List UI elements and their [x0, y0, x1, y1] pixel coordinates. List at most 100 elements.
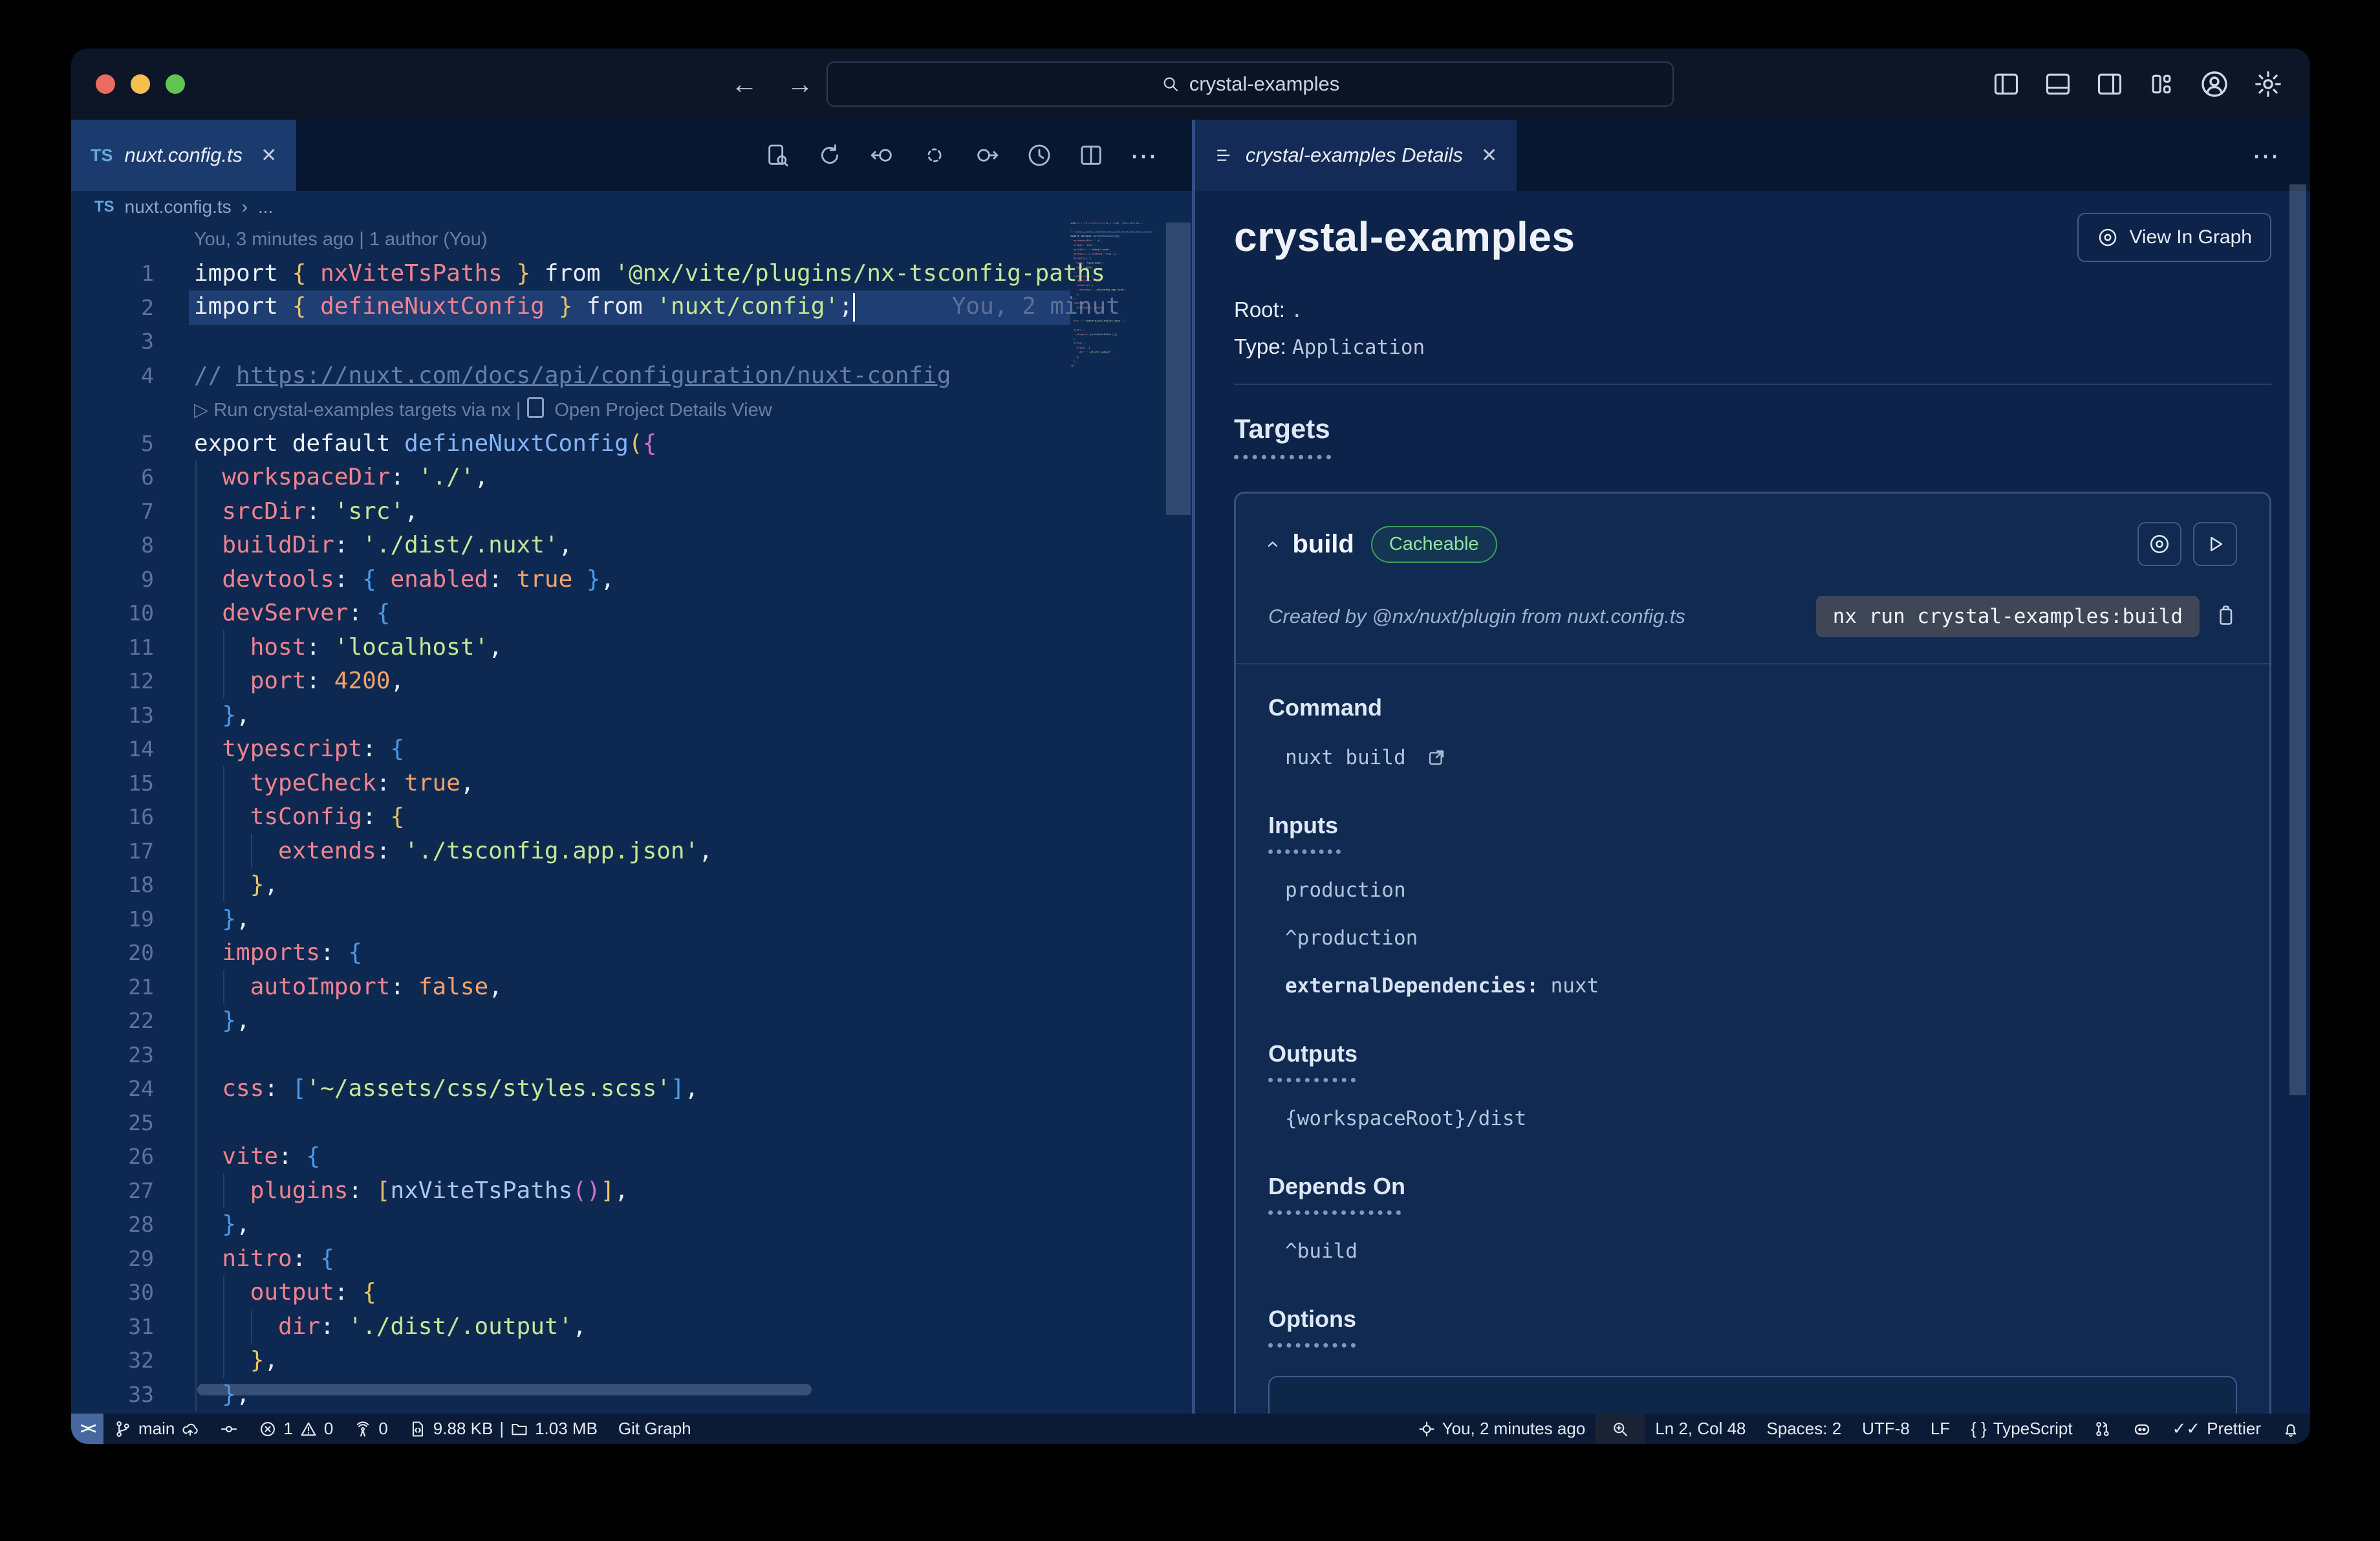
- editor-vertical-scrollbar[interactable]: [1166, 223, 1191, 515]
- zoom-in-icon: [1614, 1422, 1628, 1436]
- refresh-icon[interactable]: [817, 142, 843, 168]
- previous-change-icon[interactable]: [869, 142, 896, 168]
- code-line[interactable]: 1 import { nxViteTsPaths } from '@nx/vite…: [71, 257, 1192, 291]
- tab-nuxt-config[interactable]: TS nuxt.config.ts ✕: [71, 120, 297, 191]
- prettier-status[interactable]: ✓✓ Prettier: [2162, 1414, 2271, 1444]
- indent-guide: [251, 834, 252, 868]
- split-editor-icon[interactable]: [1078, 142, 1104, 168]
- code-line[interactable]: 11 host: 'localhost',: [71, 630, 1192, 664]
- remote-indicator[interactable]: ><: [71, 1414, 104, 1444]
- code-line[interactable]: 23: [71, 1038, 1192, 1072]
- code-line[interactable]: 4 // https://nuxt.com/docs/api/configurat…: [71, 358, 1192, 393]
- file-size-status[interactable]: 9.88 KB | 1.03 MB: [398, 1414, 608, 1444]
- customize-layout-icon[interactable]: [2147, 70, 2176, 98]
- editor-horizontal-scrollbar[interactable]: [197, 1384, 812, 1395]
- toggle-panel-icon[interactable]: [2044, 70, 2072, 98]
- code-line[interactable]: 16 tsConfig: {: [71, 800, 1192, 835]
- breadcrumb[interactable]: TS nuxt.config.ts › ...: [71, 191, 1192, 223]
- view-in-graph-button[interactable]: View In Graph: [2077, 213, 2271, 262]
- code-line[interactable]: 30 output: {: [71, 1276, 1192, 1310]
- code-line[interactable]: 29 nitro: {: [71, 1241, 1192, 1276]
- run-target-button[interactable]: [2193, 522, 2237, 566]
- code-token: :: [320, 939, 349, 967]
- code-line[interactable]: 15 typeCheck: true,: [71, 766, 1192, 800]
- editor-more-actions-icon[interactable]: ⋯: [1130, 140, 1158, 171]
- options-json-editor[interactable]: { "cwd": "."}: [1268, 1376, 2237, 1414]
- external-link-icon[interactable]: [1427, 748, 1446, 767]
- code-line[interactable]: 24 css: ['~/assets/css/styles.scss'],: [71, 1072, 1192, 1106]
- code-line[interactable]: 28 },: [71, 1208, 1192, 1242]
- zoom-status[interactable]: [1596, 1414, 1645, 1444]
- language-mode-status[interactable]: { } TypeScript: [1960, 1414, 2082, 1444]
- cursor-position-status[interactable]: Ln 2, Col 48: [1645, 1414, 1756, 1444]
- copilot-status[interactable]: [2122, 1414, 2162, 1444]
- tab-crystal-examples-details[interactable]: crystal-examples Details ✕: [1195, 120, 1517, 191]
- codelens-row[interactable]: You, 3 minutes ago | 1 author (You): [71, 223, 1192, 257]
- code-line[interactable]: 5 export default defineNuxtConfig({: [71, 426, 1192, 461]
- timeline-icon[interactable]: [1026, 142, 1052, 168]
- maximize-window-button[interactable]: [166, 74, 185, 94]
- code-line[interactable]: 21 autoImport: false,: [71, 970, 1192, 1004]
- close-tab-icon[interactable]: ✕: [1481, 144, 1497, 167]
- breadcrumb-file[interactable]: nuxt.config.ts: [125, 197, 232, 217]
- code-line[interactable]: 17 extends: './tsconfig.app.json',: [71, 834, 1192, 868]
- code-line[interactable]: 8 buildDir: './dist/.nuxt',: [71, 529, 1192, 563]
- code-line[interactable]: 3: [71, 325, 1192, 359]
- encoding-status[interactable]: UTF-8: [1852, 1414, 1920, 1444]
- code-line[interactable]: 32 },: [71, 1344, 1192, 1378]
- code-editor[interactable]: You, 3 minutes ago | 1 author (You) 1 impo…: [71, 223, 1192, 1414]
- run-icon[interactable]: ▷: [194, 400, 213, 421]
- code-line[interactable]: 2 import { defineNuxtConfig } from 'nuxt/…: [71, 290, 1192, 325]
- collapse-chevron-icon[interactable]: ›: [1259, 540, 1284, 547]
- minimap[interactable]: import { nxViteTsPaths } from '@nx/vite/…: [1070, 223, 1164, 578]
- nav-forward-icon[interactable]: →: [786, 69, 814, 100]
- code-line[interactable]: 27 plugins: [nxViteTsPaths()],: [71, 1174, 1192, 1208]
- toggle-primary-sidebar-icon[interactable]: [1992, 70, 2020, 98]
- indentation-status[interactable]: Spaces: 2: [1757, 1414, 1852, 1444]
- blame-status[interactable]: You, 2 minutes ago: [1407, 1414, 1596, 1444]
- git-branch-status[interactable]: main: [103, 1414, 210, 1444]
- code-line[interactable]: 31 dir: './dist/.output',: [71, 1309, 1192, 1344]
- panel-scrollbar[interactable]: [2289, 184, 2306, 1095]
- copy-icon[interactable]: [2214, 604, 2237, 630]
- command-center-search[interactable]: crystal-examples: [827, 61, 1674, 107]
- code-line[interactable]: 10 devServer: {: [71, 596, 1192, 631]
- command-value[interactable]: nuxt build: [1268, 746, 2237, 769]
- code-line[interactable]: 26 vite: {: [71, 1140, 1192, 1174]
- code-line[interactable]: 34});: [71, 1412, 1192, 1414]
- toggle-secondary-sidebar-icon[interactable]: [2095, 70, 2124, 98]
- settings-gear-icon[interactable]: [2253, 69, 2283, 99]
- panel-more-actions-icon[interactable]: ⋯: [2252, 140, 2280, 171]
- minimize-window-button[interactable]: [131, 74, 150, 94]
- code-line[interactable]: 22 },: [71, 1004, 1192, 1038]
- code-line[interactable]: 18 },: [71, 868, 1192, 902]
- code-line[interactable]: 13 },: [71, 698, 1192, 732]
- eol-status[interactable]: LF: [1920, 1414, 1960, 1444]
- open-changes-icon[interactable]: [765, 142, 791, 168]
- view-target-in-graph-button[interactable]: [2137, 522, 2181, 566]
- close-window-button[interactable]: [96, 74, 115, 94]
- next-change-icon[interactable]: [973, 142, 1001, 168]
- close-tab-icon[interactable]: ✕: [261, 144, 277, 167]
- code-line[interactable]: 9 devtools: { enabled: true },: [71, 562, 1192, 596]
- git-commit-action[interactable]: [210, 1414, 248, 1444]
- nx-run-command-chip[interactable]: nx run crystal-examples:build: [1815, 596, 2200, 637]
- code-line[interactable]: 7 srcDir: 'src',: [71, 494, 1192, 529]
- current-change-icon[interactable]: [922, 142, 947, 168]
- code-line[interactable]: 6 workspaceDir: './',: [71, 461, 1192, 495]
- problems-status[interactable]: 1 0: [248, 1414, 343, 1444]
- git-graph-button[interactable]: Git Graph: [608, 1414, 702, 1444]
- code-token: ,: [488, 973, 503, 1000]
- code-line[interactable]: 19 },: [71, 902, 1192, 936]
- code-line[interactable]: 20 imports: {: [71, 936, 1192, 970]
- broadcast-status[interactable]: 0: [343, 1414, 398, 1444]
- codelens-row[interactable]: ▷ Run crystal-examples targets via nx | …: [71, 393, 1192, 427]
- breadcrumb-symbol[interactable]: ...: [258, 197, 273, 217]
- code-line[interactable]: 14 typescript: {: [71, 732, 1192, 767]
- source-control-status[interactable]: [2083, 1414, 2122, 1444]
- nav-back-icon[interactable]: ←: [731, 69, 758, 100]
- code-line[interactable]: 25: [71, 1106, 1192, 1140]
- notifications-status[interactable]: [2271, 1414, 2310, 1444]
- account-icon[interactable]: [2199, 69, 2230, 100]
- code-line[interactable]: 12 port: 4200,: [71, 664, 1192, 699]
